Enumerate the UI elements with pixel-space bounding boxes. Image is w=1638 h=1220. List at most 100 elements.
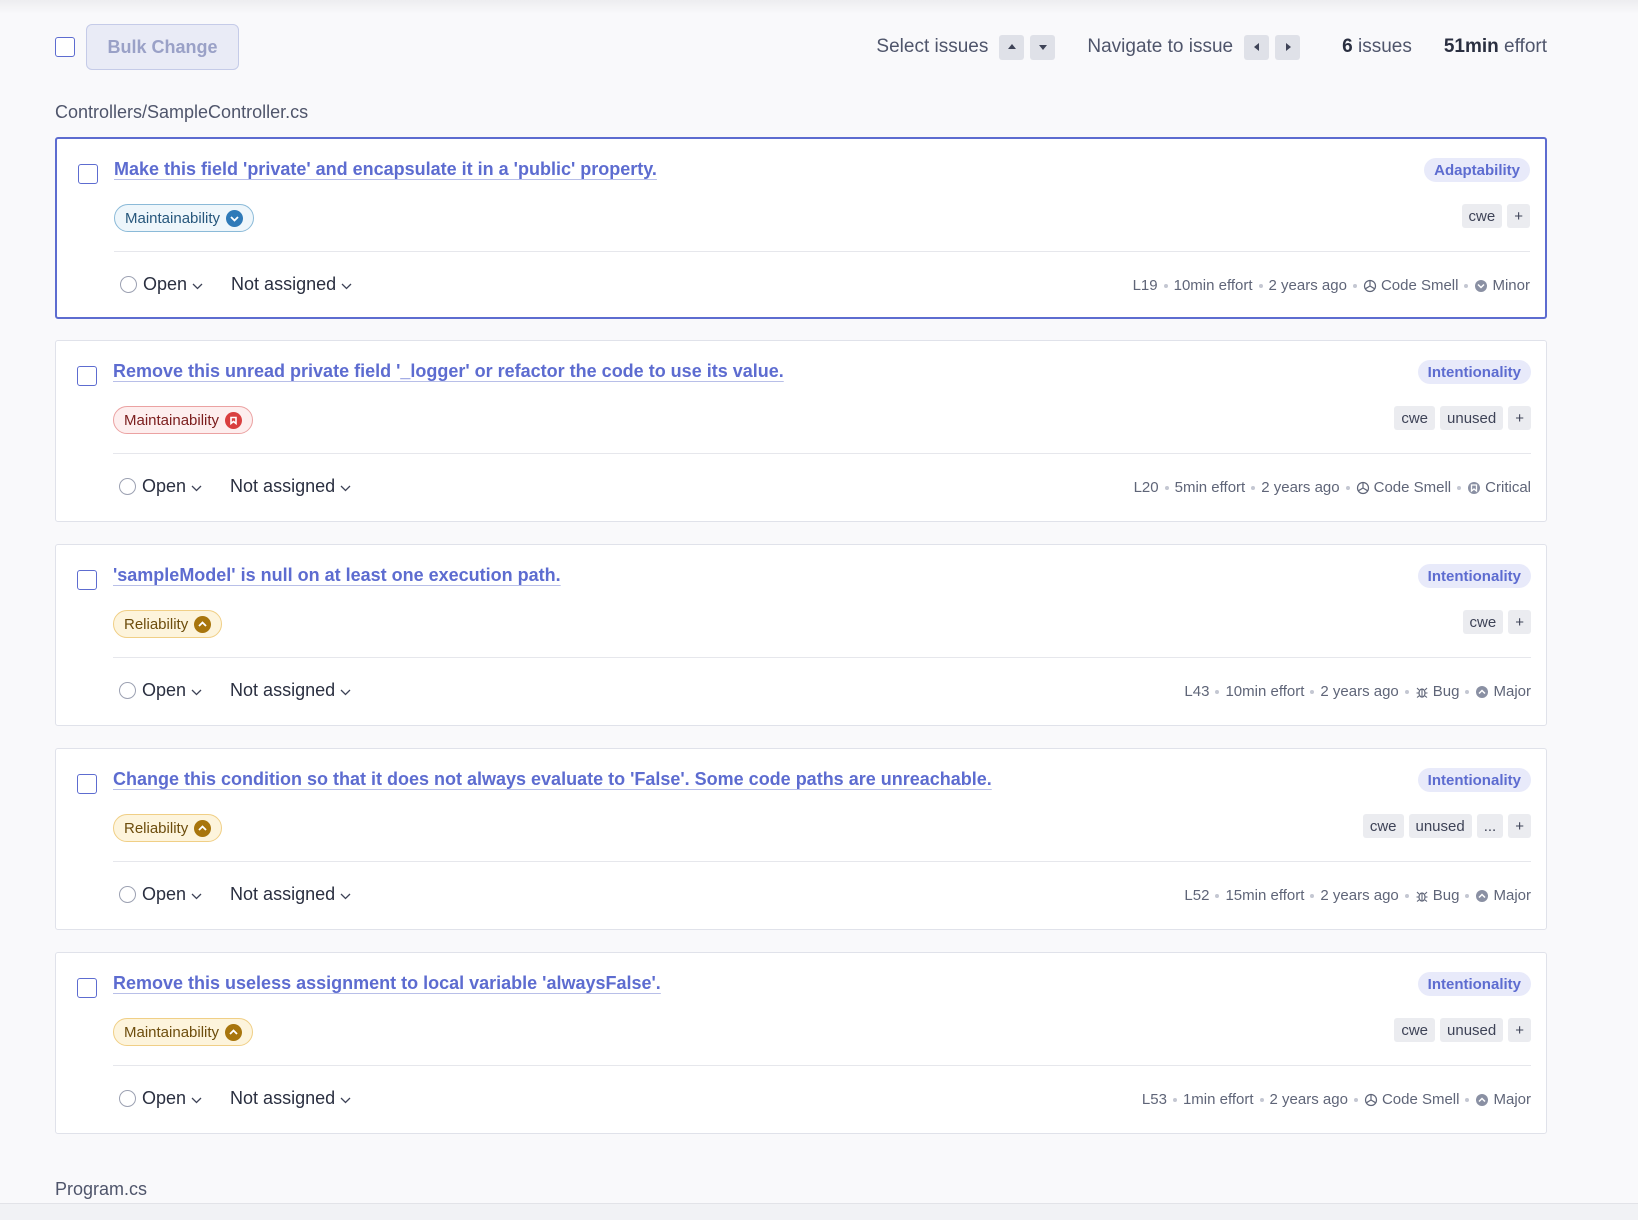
severity-label: Major xyxy=(1493,1091,1531,1108)
bug-icon xyxy=(1415,889,1433,903)
minor-severity-icon xyxy=(1474,279,1492,293)
software-quality-badge[interactable]: Maintainability xyxy=(113,1018,254,1046)
software-quality-label: Reliability xyxy=(124,615,189,633)
issues-count: 6 issues xyxy=(1342,36,1412,58)
add-tag-button[interactable]: + xyxy=(1508,406,1531,430)
status-dropdown[interactable]: Open xyxy=(142,884,186,905)
arrow-up-icon[interactable] xyxy=(999,34,1025,60)
assignee-label: Not assigned xyxy=(230,884,336,904)
divider xyxy=(113,1065,1531,1066)
line-number-link[interactable]: L20 xyxy=(1134,479,1159,496)
separator-dot xyxy=(1352,283,1357,288)
bulk-change-button[interactable]: Bulk Change xyxy=(86,24,239,70)
chevron-down-icon xyxy=(336,274,352,295)
add-tag-button[interactable]: + xyxy=(1508,1018,1531,1042)
assignee-label: Not assigned xyxy=(230,476,336,496)
software-quality-badge[interactable]: Reliability xyxy=(113,814,223,842)
tag[interactable]: cwe xyxy=(1461,204,1503,228)
age-label: 2 years ago xyxy=(1269,1091,1348,1108)
assignee-dropdown[interactable]: Not assigned xyxy=(230,1088,351,1109)
file-heading[interactable]: Controllers/SampleController.cs xyxy=(55,102,308,123)
issue-checkbox[interactable] xyxy=(77,978,97,998)
status-dropdown[interactable]: Open xyxy=(143,274,187,295)
effort-label: 15min effort xyxy=(1225,887,1305,904)
assignee-dropdown[interactable]: Not assigned xyxy=(230,476,351,497)
issue-checkbox[interactable] xyxy=(77,366,97,386)
status-circle-icon xyxy=(119,1090,136,1107)
issue-card[interactable]: 'sampleModel' is null on at least one ex… xyxy=(55,544,1547,726)
severity-label: Major xyxy=(1493,887,1531,904)
select-all-checkbox[interactable] xyxy=(55,37,75,57)
issue-card[interactable]: Change this condition so that it does no… xyxy=(55,748,1547,930)
issue-card[interactable]: Make this field 'private' and encapsulat… xyxy=(55,137,1547,319)
chevron-down-icon[interactable] xyxy=(186,680,202,701)
tag[interactable]: cwe xyxy=(1462,610,1504,634)
age-label: 2 years ago xyxy=(1261,479,1340,496)
issue-status-row: Open Not assigned xyxy=(119,680,351,701)
line-number-link[interactable]: L19 xyxy=(1133,277,1158,294)
software-quality-label: Reliability xyxy=(124,819,189,837)
tag-list: cwe unused... + xyxy=(1362,814,1531,838)
arrow-down-icon[interactable] xyxy=(1030,34,1056,60)
add-tag-button[interactable]: + xyxy=(1508,610,1531,634)
clean-code-attribute-badge[interactable]: Intentionality xyxy=(1417,972,1531,996)
line-number-link[interactable]: L52 xyxy=(1184,887,1209,904)
tag[interactable]: cwe xyxy=(1394,1018,1436,1042)
software-quality-badge[interactable]: Reliability xyxy=(113,610,223,638)
age-label: 2 years ago xyxy=(1320,887,1399,904)
tag[interactable]: cwe xyxy=(1362,814,1404,838)
assignee-dropdown[interactable]: Not assigned xyxy=(230,884,351,905)
issue-checkbox[interactable] xyxy=(77,570,97,590)
effort-label: 10min effort xyxy=(1173,277,1253,294)
file-heading[interactable]: Program.cs xyxy=(55,1179,147,1200)
assignee-dropdown[interactable]: Not assigned xyxy=(231,274,352,295)
bug-icon xyxy=(1415,685,1433,699)
chevron-down-icon[interactable] xyxy=(186,884,202,905)
assignee-label: Not assigned xyxy=(230,1088,336,1108)
issue-card[interactable]: Remove this unread private field '_logge… xyxy=(55,340,1547,522)
code-smell-icon xyxy=(1356,481,1374,495)
issue-title-link[interactable]: Remove this unread private field '_logge… xyxy=(113,361,784,382)
issue-checkbox[interactable] xyxy=(77,774,97,794)
code-smell-icon xyxy=(1364,1093,1382,1107)
add-tag-button[interactable]: + xyxy=(1508,814,1531,838)
clean-code-attribute-badge[interactable]: Intentionality xyxy=(1417,768,1531,792)
separator-dot xyxy=(1215,893,1220,898)
arrow-left-icon[interactable] xyxy=(1244,34,1270,60)
more-tags-button[interactable]: ... xyxy=(1476,814,1504,838)
issue-meta: L52 15min effort 2 years ago Bug Major xyxy=(1184,887,1531,904)
divider xyxy=(113,453,1531,454)
add-tag-button[interactable]: + xyxy=(1507,204,1530,228)
chevron-down-icon[interactable] xyxy=(186,1088,202,1109)
issue-title-link[interactable]: Make this field 'private' and encapsulat… xyxy=(114,159,657,180)
clean-code-attribute-badge[interactable]: Adaptability xyxy=(1424,158,1530,182)
status-dropdown[interactable]: Open xyxy=(142,1088,186,1109)
software-quality-badge[interactable]: Maintainability xyxy=(114,204,255,232)
issue-type-label: Code Smell xyxy=(1380,277,1459,294)
chevron-down-icon[interactable] xyxy=(187,274,203,295)
tag[interactable]: unused xyxy=(1440,1018,1504,1042)
software-quality-badge[interactable]: Maintainability xyxy=(113,406,254,434)
clean-code-attribute-badge[interactable]: Intentionality xyxy=(1417,564,1531,588)
issue-card[interactable]: Remove this useless assignment to local … xyxy=(55,952,1547,1134)
issue-title-link[interactable]: Remove this useless assignment to local … xyxy=(113,973,661,994)
software-quality-label: Maintainability xyxy=(124,1023,220,1041)
line-number-link[interactable]: L43 xyxy=(1184,683,1209,700)
status-dropdown[interactable]: Open xyxy=(142,680,186,701)
tag[interactable]: unused xyxy=(1408,814,1472,838)
clean-code-attribute-badge[interactable]: Intentionality xyxy=(1417,360,1531,384)
line-number-link[interactable]: L53 xyxy=(1142,1091,1167,1108)
issue-title-link[interactable]: Change this condition so that it does no… xyxy=(113,769,992,790)
arrow-right-icon[interactable] xyxy=(1275,34,1301,60)
tag[interactable]: unused xyxy=(1440,406,1504,430)
chevron-down-icon[interactable] xyxy=(186,476,202,497)
toolbar-right: Select issues Navigate to issue 6 issues… xyxy=(876,34,1547,60)
separator-dot xyxy=(1310,689,1315,694)
assignee-dropdown[interactable]: Not assigned xyxy=(230,680,351,701)
low-severity-icon xyxy=(226,209,244,227)
issue-checkbox[interactable] xyxy=(78,164,98,184)
tag[interactable]: cwe xyxy=(1394,406,1436,430)
issue-status-row: Open Not assigned xyxy=(120,274,352,295)
issue-title-link[interactable]: 'sampleModel' is null on at least one ex… xyxy=(113,565,561,586)
status-dropdown[interactable]: Open xyxy=(142,476,186,497)
